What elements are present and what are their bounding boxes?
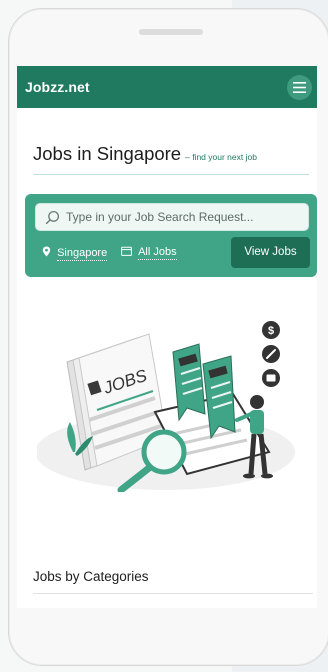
brand-logo[interactable]: Jobzz.net xyxy=(25,79,90,95)
search-input[interactable]: Type in your Job Search Request... xyxy=(35,203,309,231)
phone-speaker xyxy=(139,29,203,35)
navbar: Jobzz.net xyxy=(17,66,317,108)
folder-icon xyxy=(262,369,280,387)
calendar-icon xyxy=(121,246,132,256)
hamburger-icon xyxy=(293,82,306,93)
search-icon xyxy=(45,210,60,225)
pen-icon xyxy=(262,345,280,363)
page-title: Jobs in Singapore xyxy=(33,143,182,164)
location-filter[interactable]: Singapore xyxy=(42,246,108,261)
location-pin-icon xyxy=(42,246,51,257)
page-subtitle: – find your next job xyxy=(185,152,257,162)
svg-text:$: $ xyxy=(268,325,274,337)
location-label: Singapore xyxy=(57,247,108,261)
jobs-illustration: JOBS $ xyxy=(37,321,295,492)
phone-screen: Jobzz.net Jobs in Singapore – find your n… xyxy=(17,66,317,608)
search-card: Type in your Job Search Request... Singa… xyxy=(25,194,317,277)
viewport: Jobzz.net Jobs in Singapore – find your n… xyxy=(0,0,328,672)
menu-button[interactable] xyxy=(287,75,312,100)
category-filter[interactable]: All Jobs xyxy=(121,246,177,260)
categories-divider xyxy=(33,593,313,594)
heading-divider xyxy=(33,174,309,175)
category-label: All Jobs xyxy=(138,246,177,260)
phone-frame: Jobzz.net Jobs in Singapore – find your n… xyxy=(8,8,328,666)
page-heading: Jobs in Singapore – find your next job xyxy=(33,143,313,165)
search-placeholder: Type in your Job Search Request... xyxy=(66,210,254,224)
view-jobs-button[interactable]: View Jobs xyxy=(231,237,310,268)
categories-heading: Jobs by Categories xyxy=(33,569,149,584)
dollar-icon: $ xyxy=(262,321,280,339)
